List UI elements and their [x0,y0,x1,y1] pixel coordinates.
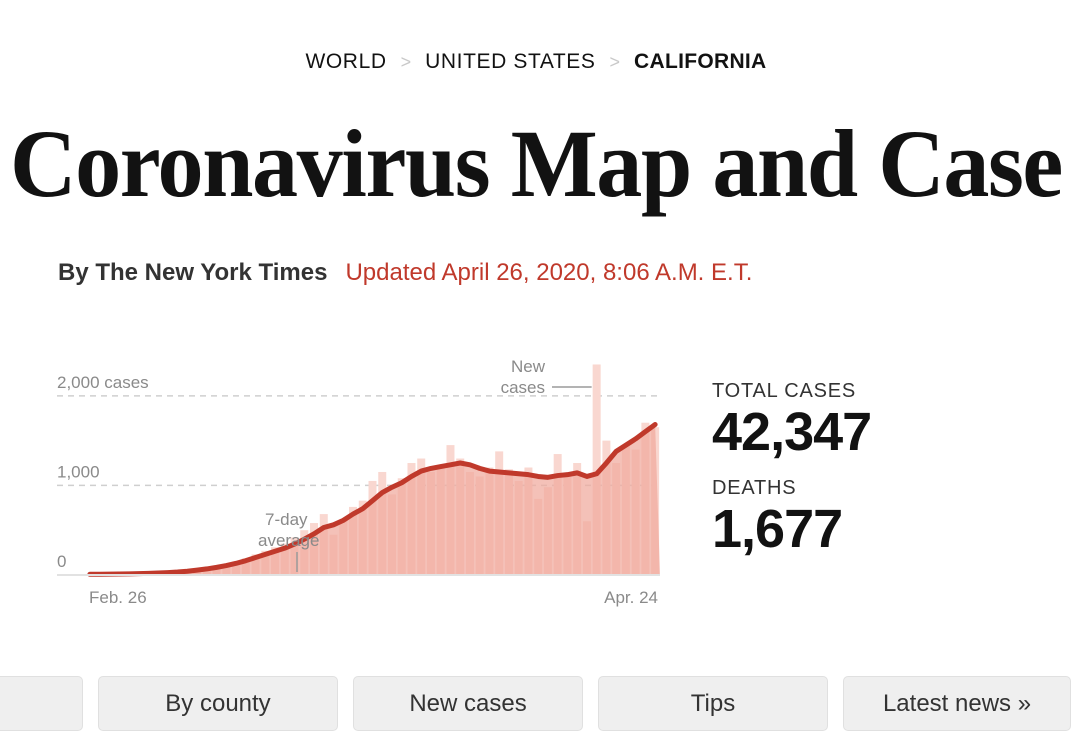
svg-text:cases: cases [501,378,545,397]
new-cases-chart-svg: 0 1,000 2,000 cases Feb. 26 Apr. 24 New case… [57,357,662,607]
stat-deaths-value: 1,677 [712,498,843,559]
stat-total-cases-label: TOTAL CASES [712,380,857,402]
stat-total-cases-value: 42,347 [712,402,872,462]
svg-text:1,000: 1,000 [57,462,100,481]
nav-button-new-cases[interactable]: New cases [353,676,583,731]
breadcrumb-separator-icon: > [400,52,412,72]
svg-text:2,000 cases: 2,000 cases [57,373,149,392]
svg-text:average: average [258,531,319,550]
svg-text:0: 0 [57,552,66,571]
coronavirus-article-page: WORLD > UNITED STATES > CALIFORNIA Coron… [0,0,1072,755]
summary-stats: TOTAL CASES 42,347 DEATHS 1,677 [712,380,872,558]
nav-button-partial[interactable] [0,676,83,731]
stat-deaths: DEATHS 1,677 [712,477,871,558]
breadcrumb: WORLD > UNITED STATES > CALIFORNIA [0,50,1072,74]
svg-text:Feb. 26: Feb. 26 [89,588,147,607]
byline-row: By The New York Times Updated April 26, … [58,259,752,287]
svg-text:New: New [511,357,546,376]
breadcrumb-separator-icon: > [609,52,621,72]
byline-author: By The New York Times [58,259,328,286]
svg-text:7-day: 7-day [265,510,308,529]
nav-button-by-county[interactable]: By county [98,676,338,731]
chart-x-axis-labels: Feb. 26 Apr. 24 [89,588,658,607]
breadcrumb-item-world[interactable]: WORLD [305,50,386,74]
nav-button-latest-news[interactable]: Latest news » [843,676,1071,731]
chart-y-axis-labels: 0 1,000 2,000 cases [57,373,149,571]
new-cases-chart[interactable]: 0 1,000 2,000 cases Feb. 26 Apr. 24 New case… [0,340,700,620]
breadcrumb-item-california[interactable]: CALIFORNIA [634,50,767,74]
breadcrumb-item-united-states[interactable]: UNITED STATES [425,50,595,74]
stat-total-cases: TOTAL CASES 42,347 [712,380,872,462]
nav-button-tips[interactable]: Tips [598,676,828,731]
stat-deaths-label: DEATHS [712,476,797,499]
byline-updated-timestamp: Updated April 26, 2020, 8:06 A.M. E.T. [345,259,753,286]
svg-text:Apr. 24: Apr. 24 [604,588,658,607]
bottom-button-row: By county New cases Tips Latest news » [0,676,1071,731]
page-title: Coronavirus Map and Case [10,110,1063,217]
